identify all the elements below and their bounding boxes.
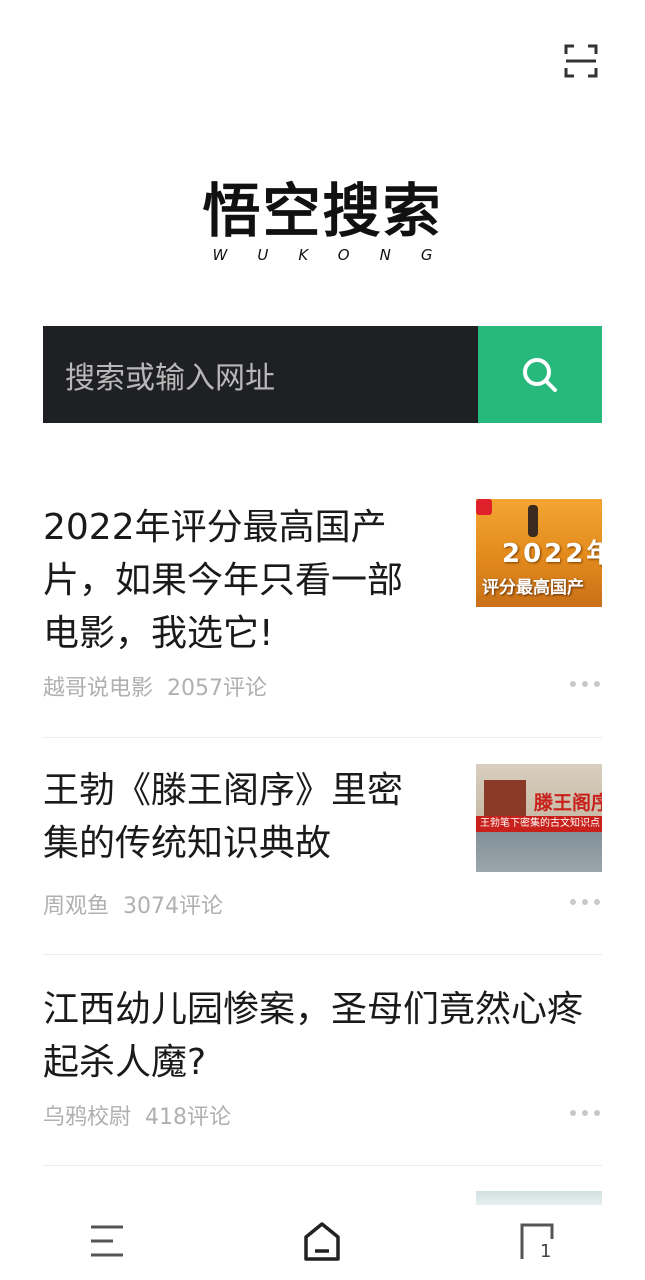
thumbnail-caption: 评分最高国产	[482, 578, 584, 598]
article-item[interactable]: 2022年评分最高国产片，如果今年只看一部电影，我选它! 2022年 评分最高国…	[43, 470, 602, 738]
thumbnail-caption: 王勃笔下密集的古文知识点	[476, 816, 602, 832]
article-comments: 2057评论	[167, 676, 268, 701]
article-meta: 周观鱼 3074评论	[43, 888, 223, 920]
search-icon	[523, 357, 557, 392]
search-bar: 搜索或输入网址	[43, 326, 602, 423]
article-title: 2022年评分最高国产片，如果今年只看一部电影，我选它!	[43, 507, 404, 654]
article-source: 周观鱼	[43, 894, 110, 919]
article-item[interactable]: 王勃《滕王阁序》里密集的传统知识典故 滕王阁序 王勃笔下密集的古文知识点 周观鱼…	[43, 738, 602, 955]
article-thumbnail-partial	[476, 1191, 602, 1205]
article-thumbnail[interactable]: 滕王阁序 王勃笔下密集的古文知识点	[476, 764, 602, 872]
article-source: 乌鸦校尉	[43, 1105, 132, 1130]
home-icon[interactable]	[300, 1219, 344, 1263]
menu-icon[interactable]	[85, 1219, 129, 1263]
article-meta: 乌鸦校尉 418评论	[43, 1099, 231, 1131]
logo-title: 悟空搜索	[202, 177, 443, 245]
search-button[interactable]	[478, 326, 602, 423]
scan-icon[interactable]	[562, 42, 600, 80]
news-feed: 2022年评分最高国产片，如果今年只看一部电影，我选它! 2022年 评分最高国…	[43, 470, 602, 1205]
article-title: 江西幼儿园惨案，圣母们竟然心疼起杀人魔?	[43, 989, 584, 1083]
article-source: 越哥说电影	[43, 676, 154, 701]
tabs-icon[interactable]: 1	[516, 1219, 560, 1263]
more-options-icon[interactable]	[570, 897, 600, 907]
article-title: 王勃《滕王阁序》里密集的传统知识典故	[43, 770, 404, 864]
article-comments: 418评论	[145, 1105, 232, 1130]
logo-subtitle: WUKONG	[212, 246, 463, 264]
article-meta: 越哥说电影 2057评论	[43, 670, 267, 702]
article-thumbnail[interactable]: 2022年 评分最高国产	[476, 499, 602, 607]
article-comments: 3074评论	[123, 894, 224, 919]
thumbnail-text: 滕王阁序	[534, 792, 602, 814]
channel-badge-icon	[476, 499, 492, 515]
tabs-count: 1	[540, 1241, 552, 1262]
more-options-icon[interactable]	[570, 1108, 600, 1118]
search-input[interactable]: 搜索或输入网址	[43, 326, 478, 423]
bottom-navigation: 1	[0, 1205, 645, 1280]
logo: 悟空搜索 WUKONG	[0, 178, 645, 264]
thumbnail-text: 2022年	[502, 539, 602, 569]
more-options-icon[interactable]	[570, 679, 600, 689]
article-item[interactable]: 江西幼儿园惨案，圣母们竟然心疼起杀人魔? 乌鸦校尉 418评论	[43, 955, 602, 1166]
